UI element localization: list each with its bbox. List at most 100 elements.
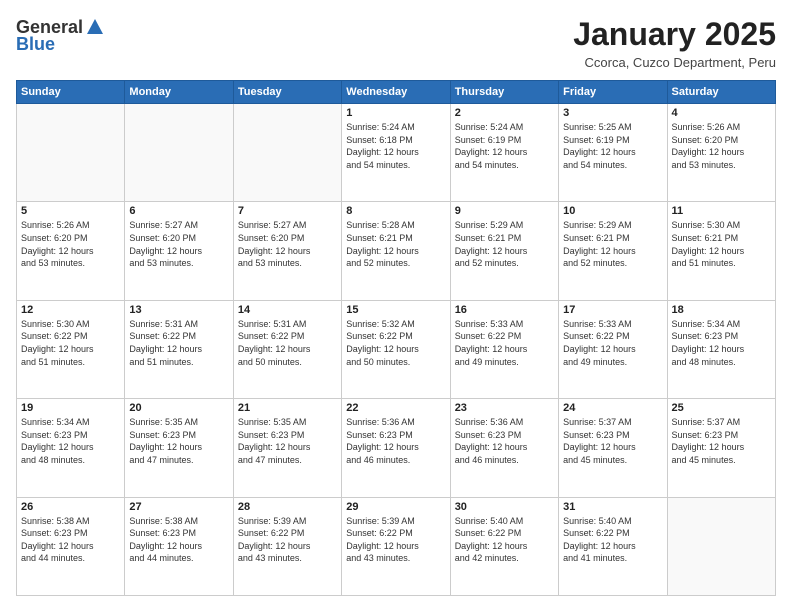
day-number: 26	[21, 501, 120, 513]
calendar-cell: 29 Sunrise: 5:39 AM Sunset: 6:22 PM Dayli…	[342, 497, 450, 595]
day-info: Sunrise: 5:40 AM Sunset: 6:22 PM Dayligh…	[455, 515, 554, 565]
calendar-cell: 23 Sunrise: 5:36 AM Sunset: 6:23 PM Dayli…	[450, 399, 558, 497]
calendar-day-header: Sunday	[17, 81, 125, 104]
day-number: 29	[346, 501, 445, 513]
calendar-cell: 4 Sunrise: 5:26 AM Sunset: 6:20 PM Daylig…	[667, 104, 775, 202]
day-number: 12	[21, 304, 120, 316]
calendar-cell: 2 Sunrise: 5:24 AM Sunset: 6:19 PM Daylig…	[450, 104, 558, 202]
calendar-cell: 26 Sunrise: 5:38 AM Sunset: 6:23 PM Dayli…	[17, 497, 125, 595]
day-info: Sunrise: 5:38 AM Sunset: 6:23 PM Dayligh…	[129, 515, 228, 565]
header: General Blue January 2025 Ccorca, Cuzco …	[16, 16, 776, 70]
day-info: Sunrise: 5:34 AM Sunset: 6:23 PM Dayligh…	[21, 416, 120, 466]
day-info: Sunrise: 5:24 AM Sunset: 6:19 PM Dayligh…	[455, 121, 554, 171]
calendar-cell: 15Sunrise: 5:32 AM Sunset: 6:22 PM Dayli…	[342, 300, 450, 398]
day-info: Sunrise: 5:30 AM Sunset: 6:21 PM Dayligh…	[672, 219, 771, 269]
day-number: 13	[129, 304, 228, 316]
calendar-day-header: Wednesday	[342, 81, 450, 104]
day-info: Sunrise: 5:33 AM Sunset: 6:22 PM Dayligh…	[563, 318, 662, 368]
calendar-cell: 27 Sunrise: 5:38 AM Sunset: 6:23 PM Dayli…	[125, 497, 233, 595]
calendar-cell: 6 Sunrise: 5:27 AM Sunset: 6:20 PM Daylig…	[125, 202, 233, 300]
calendar-cell: 3 Sunrise: 5:25 AM Sunset: 6:19 PM Daylig…	[559, 104, 667, 202]
calendar-table: SundayMondayTuesdayWednesdayThursdayFrid…	[16, 80, 776, 596]
day-number: 17	[563, 304, 662, 316]
day-info: Sunrise: 5:38 AM Sunset: 6:23 PM Dayligh…	[21, 515, 120, 565]
day-info: Sunrise: 5:30 AM Sunset: 6:22 PM Dayligh…	[21, 318, 120, 368]
day-info: Sunrise: 5:31 AM Sunset: 6:22 PM Dayligh…	[238, 318, 337, 368]
day-number: 8	[346, 205, 445, 217]
calendar-cell	[667, 497, 775, 595]
calendar-week-row: 5 Sunrise: 5:26 AM Sunset: 6:20 PM Daylig…	[17, 202, 776, 300]
day-number: 25	[672, 402, 771, 414]
calendar-cell: 9Sunrise: 5:29 AM Sunset: 6:21 PM Daylig…	[450, 202, 558, 300]
calendar-cell: 21 Sunrise: 5:35 AM Sunset: 6:23 PM Dayli…	[233, 399, 341, 497]
day-info: Sunrise: 5:27 AM Sunset: 6:20 PM Dayligh…	[238, 219, 337, 269]
day-number: 7	[238, 205, 337, 217]
day-number: 21	[238, 402, 337, 414]
location-subtitle: Ccorca, Cuzco Department, Peru	[573, 55, 776, 70]
day-number: 4	[672, 107, 771, 119]
calendar-cell	[17, 104, 125, 202]
calendar-cell: 24 Sunrise: 5:37 AM Sunset: 6:23 PM Dayli…	[559, 399, 667, 497]
calendar-week-row: 19 Sunrise: 5:34 AM Sunset: 6:23 PM Dayli…	[17, 399, 776, 497]
calendar-cell: 13Sunrise: 5:31 AM Sunset: 6:22 PM Dayli…	[125, 300, 233, 398]
calendar-week-row: 1Sunrise: 5:24 AM Sunset: 6:18 PM Daylig…	[17, 104, 776, 202]
day-number: 30	[455, 501, 554, 513]
calendar-cell: 8 Sunrise: 5:28 AM Sunset: 6:21 PM Daylig…	[342, 202, 450, 300]
calendar-cell: 20 Sunrise: 5:35 AM Sunset: 6:23 PM Dayli…	[125, 399, 233, 497]
day-number: 1	[346, 107, 445, 119]
month-title: January 2025	[573, 16, 776, 53]
page: General Blue January 2025 Ccorca, Cuzco …	[0, 0, 792, 612]
calendar-cell: 28 Sunrise: 5:39 AM Sunset: 6:22 PM Dayli…	[233, 497, 341, 595]
day-number: 3	[563, 107, 662, 119]
logo: General Blue	[16, 16, 107, 55]
day-number: 23	[455, 402, 554, 414]
day-number: 18	[672, 304, 771, 316]
day-number: 22	[346, 402, 445, 414]
day-number: 31	[563, 501, 662, 513]
day-info: Sunrise: 5:27 AM Sunset: 6:20 PM Dayligh…	[129, 219, 228, 269]
day-info: Sunrise: 5:26 AM Sunset: 6:20 PM Dayligh…	[21, 219, 120, 269]
day-info: Sunrise: 5:35 AM Sunset: 6:23 PM Dayligh…	[238, 416, 337, 466]
calendar-header-row: SundayMondayTuesdayWednesdayThursdayFrid…	[17, 81, 776, 104]
day-info: Sunrise: 5:29 AM Sunset: 6:21 PM Dayligh…	[563, 219, 662, 269]
logo-icon	[84, 16, 106, 38]
calendar-day-header: Thursday	[450, 81, 558, 104]
day-number: 14	[238, 304, 337, 316]
day-number: 9	[455, 205, 554, 217]
day-number: 27	[129, 501, 228, 513]
calendar-cell: 30 Sunrise: 5:40 AM Sunset: 6:22 PM Dayli…	[450, 497, 558, 595]
calendar-day-header: Tuesday	[233, 81, 341, 104]
day-number: 5	[21, 205, 120, 217]
day-number: 28	[238, 501, 337, 513]
day-number: 19	[21, 402, 120, 414]
day-info: Sunrise: 5:40 AM Sunset: 6:22 PM Dayligh…	[563, 515, 662, 565]
day-number: 24	[563, 402, 662, 414]
day-info: Sunrise: 5:25 AM Sunset: 6:19 PM Dayligh…	[563, 121, 662, 171]
day-number: 20	[129, 402, 228, 414]
calendar-cell: 7 Sunrise: 5:27 AM Sunset: 6:20 PM Daylig…	[233, 202, 341, 300]
day-info: Sunrise: 5:39 AM Sunset: 6:22 PM Dayligh…	[346, 515, 445, 565]
day-info: Sunrise: 5:28 AM Sunset: 6:21 PM Dayligh…	[346, 219, 445, 269]
day-info: Sunrise: 5:34 AM Sunset: 6:23 PM Dayligh…	[672, 318, 771, 368]
calendar-day-header: Friday	[559, 81, 667, 104]
logo-blue: Blue	[16, 34, 55, 55]
day-info: Sunrise: 5:26 AM Sunset: 6:20 PM Dayligh…	[672, 121, 771, 171]
calendar-cell: 17 Sunrise: 5:33 AM Sunset: 6:22 PM Dayli…	[559, 300, 667, 398]
day-info: Sunrise: 5:37 AM Sunset: 6:23 PM Dayligh…	[563, 416, 662, 466]
title-block: January 2025 Ccorca, Cuzco Department, P…	[573, 16, 776, 70]
day-info: Sunrise: 5:37 AM Sunset: 6:23 PM Dayligh…	[672, 416, 771, 466]
day-number: 2	[455, 107, 554, 119]
calendar-cell: 18 Sunrise: 5:34 AM Sunset: 6:23 PM Dayli…	[667, 300, 775, 398]
day-info: Sunrise: 5:35 AM Sunset: 6:23 PM Dayligh…	[129, 416, 228, 466]
calendar-day-header: Saturday	[667, 81, 775, 104]
calendar-cell: 31 Sunrise: 5:40 AM Sunset: 6:22 PM Dayli…	[559, 497, 667, 595]
day-info: Sunrise: 5:39 AM Sunset: 6:22 PM Dayligh…	[238, 515, 337, 565]
calendar-cell: 19 Sunrise: 5:34 AM Sunset: 6:23 PM Dayli…	[17, 399, 125, 497]
day-info: Sunrise: 5:36 AM Sunset: 6:23 PM Dayligh…	[455, 416, 554, 466]
calendar-cell	[233, 104, 341, 202]
calendar-cell: 5 Sunrise: 5:26 AM Sunset: 6:20 PM Daylig…	[17, 202, 125, 300]
day-number: 15	[346, 304, 445, 316]
calendar-cell: 16Sunrise: 5:33 AM Sunset: 6:22 PM Dayli…	[450, 300, 558, 398]
day-info: Sunrise: 5:36 AM Sunset: 6:23 PM Dayligh…	[346, 416, 445, 466]
day-number: 6	[129, 205, 228, 217]
